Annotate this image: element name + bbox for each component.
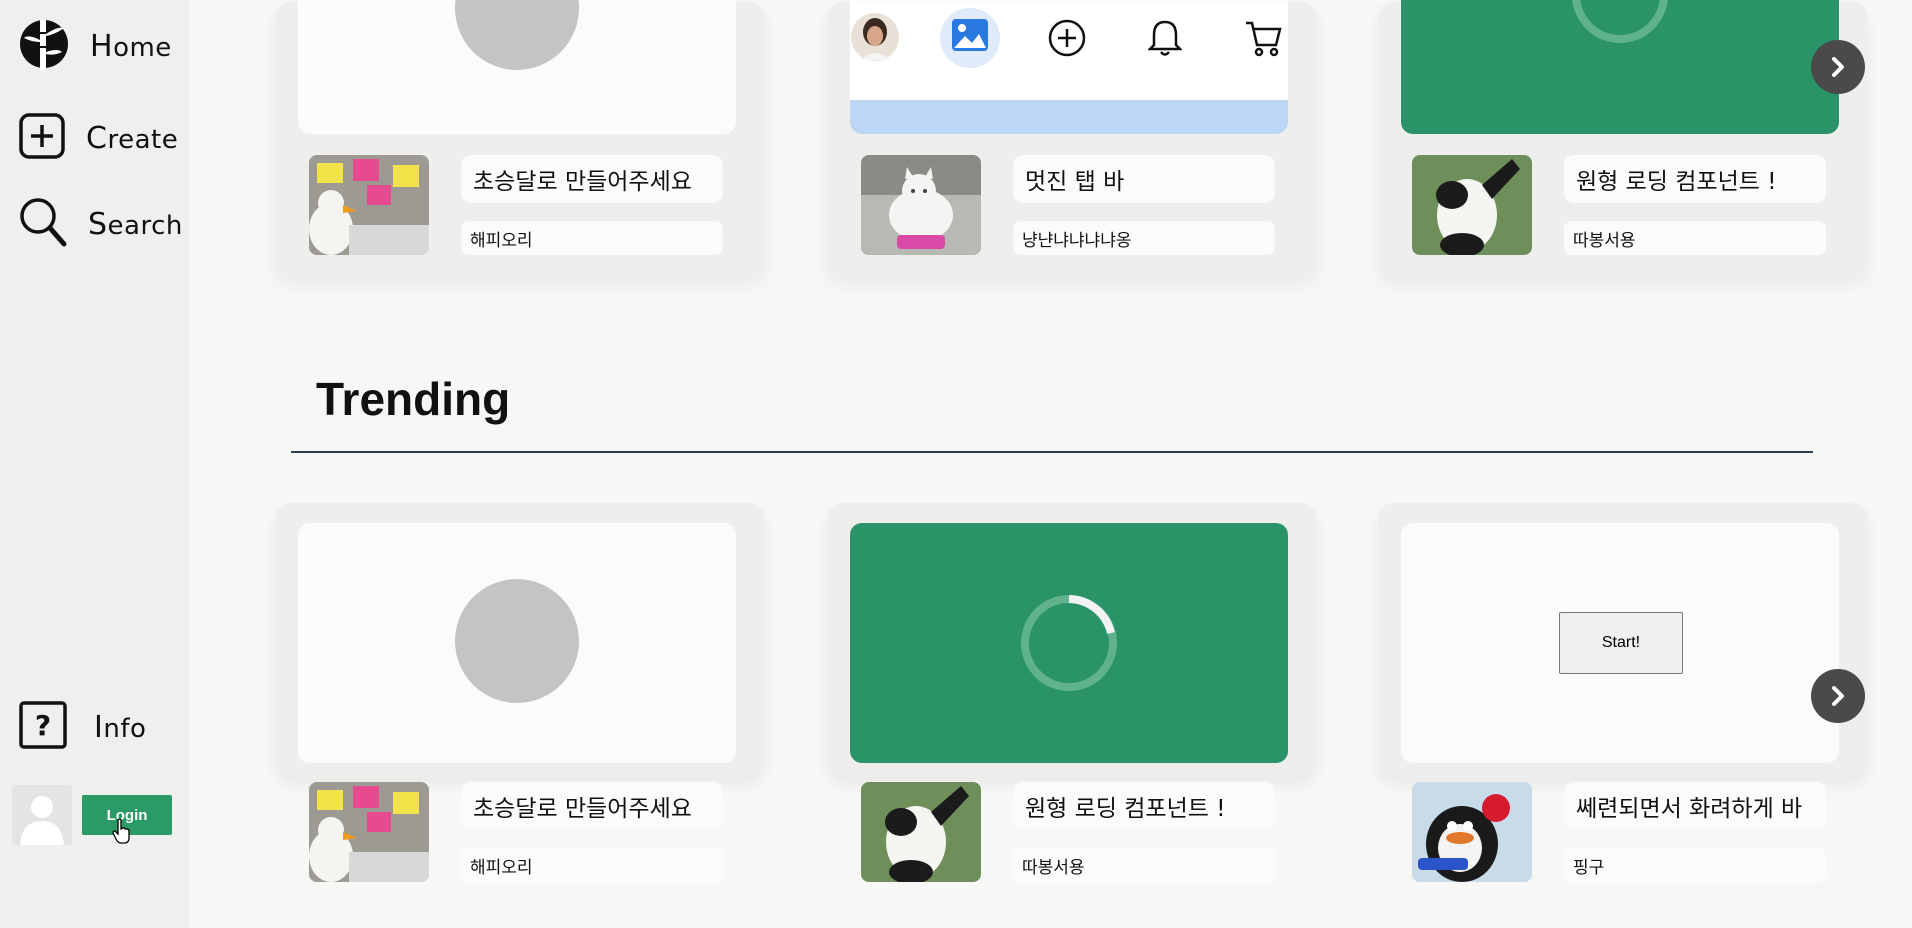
loading-spinner [1021,595,1117,691]
question-square-icon: ? [18,700,68,754]
next-arrow-button[interactable] [1811,40,1865,94]
sidebar: Home Create Search ? Info Login [0,0,190,928]
card-title: 초승달로 만들어주세요 [461,155,723,203]
cart-icon [1246,21,1282,57]
magnifier-icon [18,196,68,252]
card-title: 멋진 탭 바 [1013,155,1275,203]
svg-text:?: ? [35,709,51,742]
card-author: 해피오리 [461,848,723,882]
card-title: 원형 로딩 컴포넌트 ! [1564,155,1826,203]
card-top-1[interactable]: 초승달로 만들어주세요 해피오리 [276,0,764,276]
plus-circle-icon [1048,19,1086,57]
user-avatar-icon [851,13,899,61]
chevron-right-icon [1832,686,1844,706]
card-trending-1[interactable]: 초승달로 만들어주세요 해피오리 [276,503,764,882]
tab-bar-strip [850,100,1288,134]
card-title: 쎄련되면서 화려하게 바 [1564,782,1826,830]
image-icon [952,19,988,51]
plus-square-icon [18,112,66,164]
card-preview [850,523,1288,763]
card-preview [298,523,736,763]
card-title: 초승달로 만들어주세요 [461,782,723,830]
nav-search[interactable]: Search [18,196,183,252]
grey-circle-shape [455,0,579,70]
card-title: 원형 로딩 컴포넌트 ! [1013,782,1275,830]
card-author: 냥냔냐냐냐냐옹 [1013,221,1275,255]
panda-thumbnail [1412,155,1532,255]
nav-search-label: Search [88,206,183,242]
duck-thumbnail [309,155,429,255]
card-preview [1401,0,1839,134]
card-preview [850,0,1288,134]
card-trending-2[interactable]: 원형 로딩 컴포넌트 ! 따봉서용 [828,503,1316,882]
card-author: 따봉서용 [1564,221,1826,255]
cat-thumbnail [861,155,981,255]
grey-circle-shape [455,579,579,703]
bell-icon [1148,20,1182,56]
card-top-3[interactable]: 원형 로딩 컴포넌트 ! 따봉서용 [1379,0,1867,276]
pingu-thumbnail [1412,782,1532,882]
duck-thumbnail [309,782,429,882]
nav-home-label: Home [90,28,172,64]
nav-info-label: Info [94,709,147,745]
avatar[interactable] [12,785,72,845]
start-button[interactable]: Start! [1559,612,1683,674]
next-arrow-button[interactable] [1811,669,1865,723]
nav-create-label: Create [86,120,179,156]
chevron-right-icon [1832,57,1844,77]
section-divider [291,451,1813,453]
card-author: 해피오리 [461,221,723,255]
tab-bar [850,2,1288,100]
card-preview [298,0,736,134]
panda-thumbnail [861,782,981,882]
loading-spinner [1572,0,1668,43]
nav-create[interactable]: Create [18,112,178,164]
bamboo-logo-icon [18,14,70,78]
hand-pointer-icon [112,818,132,848]
nav-info[interactable]: ? Info [18,700,146,754]
card-author: 따봉서용 [1013,848,1275,882]
card-trending-3[interactable]: Start! 쎄련되면서 화려하게 바 핑구 [1379,503,1867,882]
section-title: Trending [316,373,511,425]
card-top-2[interactable]: 멋진 탭 바 냥냔냐냐냐냐옹 [828,0,1316,276]
card-preview: Start! [1401,523,1839,763]
card-author: 핑구 [1564,848,1826,882]
nav-home[interactable]: Home [18,14,172,78]
